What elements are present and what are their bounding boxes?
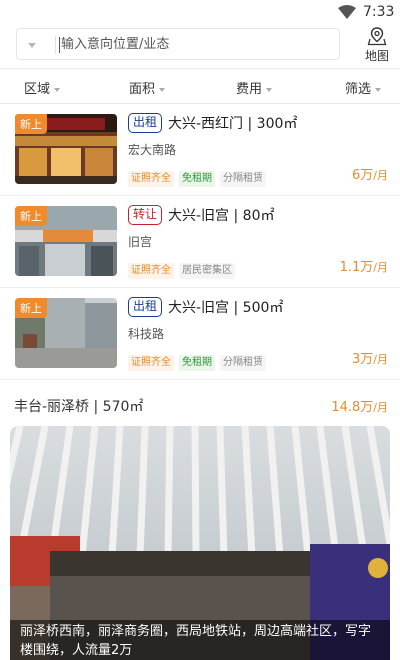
listing-road: 旧宫 (128, 235, 153, 249)
listing-title: 大兴-旧宫 | 500㎡ (168, 300, 284, 316)
listing-tags: 证照齐全 免租期 分隔租赁 (128, 166, 271, 187)
listing-tags: 证照齐全 免租期 分隔租赁 (128, 350, 271, 371)
price-unit: /月 (373, 401, 388, 414)
price-value: 1.1万 (339, 260, 374, 275)
search-box[interactable] (16, 28, 340, 60)
filter-label: 费用 (236, 82, 263, 97)
clock: 7:33 (363, 4, 395, 20)
tag: 分隔租赁 (220, 355, 266, 371)
search-input[interactable] (61, 31, 331, 57)
text-caret (59, 37, 60, 53)
tag: 免租期 (179, 355, 215, 371)
price-unit: /月 (373, 353, 388, 366)
listing-photo: 新上 (15, 206, 117, 276)
filter-area[interactable]: 面积 (129, 78, 166, 97)
price-unit: /月 (373, 169, 388, 182)
tag: 免租期 (179, 171, 215, 187)
listing-photo: 新上 (15, 114, 117, 184)
listing-card[interactable]: 新上 转让 大兴-旧宫 | 80㎡ 旧宫 证照齐全 居民密集区 1.1万/月 (0, 196, 400, 288)
wifi-icon (338, 5, 356, 19)
tag: 证照齐全 (128, 171, 174, 187)
map-button[interactable]: 地图 (358, 26, 396, 66)
new-badge: 新上 (15, 298, 47, 318)
map-pin-icon (367, 27, 387, 46)
chevron-down-icon (54, 87, 61, 92)
listing-title: 大兴-西红门 | 300㎡ (168, 116, 298, 132)
tag: 证照齐全 (128, 263, 174, 279)
divider (55, 36, 56, 54)
map-label: 地图 (364, 49, 389, 63)
listing-card[interactable]: 新上 出租 大兴-西红门 | 300㎡ 宏大南路 证照齐全 免租期 分隔租赁 6万/… (0, 104, 400, 196)
tag: 居民密集区 (179, 263, 235, 279)
listing-title: 大兴-旧宫 | 80㎡ (168, 208, 275, 224)
filter-district[interactable]: 区域 (24, 78, 61, 97)
listing-photo: 新上 (15, 298, 117, 368)
chevron-down-icon (266, 87, 273, 92)
search-row: 地图 (0, 24, 400, 68)
chevron-down-icon (375, 87, 382, 92)
price-value: 6万 (352, 168, 374, 183)
featured-title: 丰台-丽泽桥 | 570㎡ (14, 399, 144, 415)
filter-cost[interactable]: 费用 (236, 78, 273, 97)
listing-road: 科技路 (128, 327, 165, 341)
status-bar: 7:33 (0, 0, 400, 24)
filter-bar: 区域 面积 费用 筛选 (0, 68, 400, 104)
featured-listing[interactable]: 丰台-丽泽桥 | 570㎡ 14.8万/月 丽泽桥西南，丽泽商务圈，西局地铁站，… (0, 380, 400, 660)
featured-caption: 丽泽桥西南，丽泽商务圈，西局地铁站，周边高端社区，写字楼围绕，人流量2万 (10, 620, 390, 660)
listing-card[interactable]: 新上 出租 大兴-旧宫 | 500㎡ 科技路 证照齐全 免租期 分隔租赁 3万/月 (0, 288, 400, 380)
tag: 证照齐全 (128, 355, 174, 371)
filter-label: 区域 (24, 82, 51, 97)
filter-more[interactable]: 筛选 (345, 78, 382, 97)
listing-price: 3万/月 (352, 348, 388, 367)
listing-price: 6万/月 (352, 164, 388, 183)
listing-type-tag: 转让 (128, 205, 163, 225)
listing-tags: 证照齐全 居民密集区 (128, 258, 240, 279)
listing-type-tag: 出租 (128, 113, 163, 133)
new-badge: 新上 (15, 206, 47, 226)
chevron-down-icon (159, 87, 166, 92)
featured-price: 14.8万/月 (331, 396, 388, 415)
listing-road: 宏大南路 (128, 143, 177, 157)
filter-label: 筛选 (345, 82, 372, 97)
price-value: 14.8万 (331, 400, 374, 415)
dropdown-arrow-icon[interactable] (28, 43, 36, 48)
filter-label: 面积 (129, 82, 156, 97)
listing-price: 1.1万/月 (340, 256, 388, 275)
price-unit: /月 (373, 261, 388, 274)
price-value: 3万 (352, 352, 374, 367)
listing-type-tag: 出租 (128, 297, 163, 317)
tag: 分隔租赁 (220, 171, 266, 187)
new-badge: 新上 (15, 114, 47, 134)
